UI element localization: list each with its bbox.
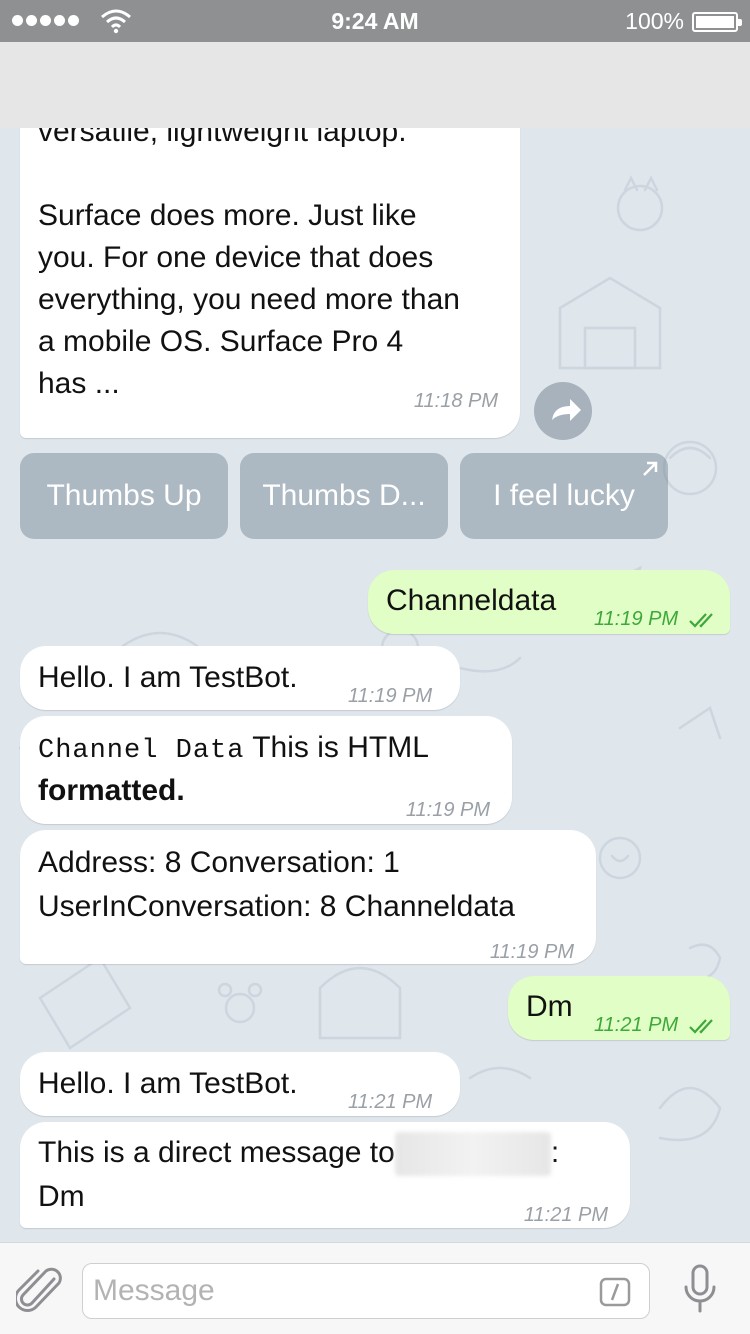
- external-link-icon: [643, 461, 658, 476]
- message-time: 11:21 PM: [348, 1091, 433, 1113]
- code-text: Channel Data: [38, 736, 245, 766]
- message-time: 11:19 PM: [405, 799, 490, 821]
- message-input-bar: [0, 1242, 750, 1334]
- message-bubble-outgoing[interactable]: Dm 11:21 PM: [508, 976, 730, 1040]
- redacted-username: [394, 1132, 551, 1177]
- inline-button-label: Thumbs D...: [262, 479, 426, 512]
- status-bar: 9:24 AM 100%: [0, 0, 750, 42]
- message-text-part: This is HTML: [252, 731, 429, 764]
- chat-area[interactable]: versatile, lightweight laptop. Surface d…: [0, 128, 750, 1242]
- message-bubble-outgoing[interactable]: Channeldata 11:19 PM: [368, 570, 730, 634]
- chat-header: [0, 42, 750, 128]
- message-bubble-incoming[interactable]: This is a direct message to: Dm 11:21 PM: [20, 1122, 630, 1228]
- double-check-icon: [688, 612, 713, 628]
- share-button[interactable]: [534, 382, 592, 440]
- message-text: This is a direct message to:: [38, 1132, 560, 1177]
- battery-icon: [692, 12, 742, 32]
- message-text: a mobile OS. Surface Pro 4: [38, 325, 404, 358]
- message-time-text: 11:19 PM: [594, 608, 679, 630]
- message-time: 11:19 PM: [594, 598, 718, 640]
- inline-button-label: I feel lucky: [493, 479, 635, 512]
- message-bubble-incoming[interactable]: Hello. I am TestBot. 11:19 PM: [20, 646, 460, 710]
- message-time: 11:21 PM: [523, 1204, 608, 1226]
- message-input[interactable]: [83, 1264, 563, 1318]
- message-time-text: 11:21 PM: [594, 1014, 679, 1036]
- message-time: 11:18 PM: [413, 390, 498, 412]
- microphone-icon[interactable]: [680, 1263, 720, 1315]
- battery-percent: 100%: [625, 8, 684, 34]
- message-text: you. For one device that does: [38, 241, 434, 274]
- message-text: Surface does more. Just like: [38, 199, 417, 232]
- message-text: Channel Data This is HTML: [38, 727, 429, 772]
- message-bubble-incoming[interactable]: Address: 8 Conversation: 1 UserInConvers…: [20, 830, 596, 964]
- message-text: Address: 8 Conversation: 1: [38, 846, 400, 879]
- inline-button-label: Thumbs Up: [46, 479, 202, 512]
- message-time: 11:19 PM: [348, 685, 433, 707]
- message-text: Dm: [526, 990, 573, 1023]
- paperclip-icon[interactable]: [16, 1265, 64, 1315]
- inline-button-thumbs-down[interactable]: Thumbs D...: [240, 453, 448, 539]
- message-text-suffix: :: [550, 1136, 560, 1169]
- message-text-part: This is a direct message to: [38, 1136, 395, 1169]
- message-time: 11:19 PM: [489, 941, 574, 963]
- message-bubble-incoming[interactable]: Hello. I am TestBot. 11:21 PM: [20, 1052, 460, 1116]
- inline-button-feel-lucky[interactable]: I feel lucky: [460, 453, 668, 539]
- message-text: Dm: [38, 1180, 85, 1213]
- message-bubble-incoming[interactable]: Channel Data This is HTML formatted. 11:…: [20, 716, 512, 824]
- inline-button-thumbs-up[interactable]: Thumbs Up: [20, 453, 228, 539]
- message-text: Hello. I am TestBot.: [38, 661, 298, 694]
- message-text: Channeldata: [386, 584, 557, 617]
- message-text: formatted.: [38, 774, 185, 807]
- message-text: everything, you need more than: [38, 283, 460, 316]
- share-arrow-icon: [552, 399, 581, 421]
- message-text: Hello. I am TestBot.: [38, 1067, 298, 1100]
- double-check-icon: [688, 1018, 713, 1034]
- message-text: has ...: [38, 367, 120, 400]
- message-time: 11:21 PM: [594, 1004, 718, 1046]
- message-text: versatile, lightweight laptop.: [38, 128, 407, 148]
- message-bubble-incoming[interactable]: versatile, lightweight laptop. Surface d…: [20, 128, 520, 438]
- bot-command-icon[interactable]: [599, 1277, 631, 1307]
- message-text: UserInConversation: 8 Channeldata: [38, 890, 515, 923]
- message-field[interactable]: [82, 1263, 650, 1319]
